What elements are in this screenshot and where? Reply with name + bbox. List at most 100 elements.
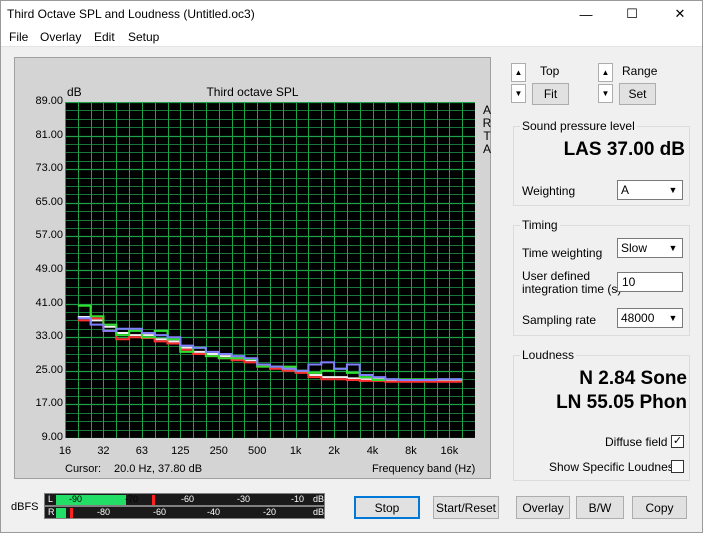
stop-button[interactable]: Stop bbox=[354, 496, 420, 519]
spl-reading: LAS 37.00 dB bbox=[563, 139, 685, 160]
weighting-select[interactable]: A ▼ bbox=[617, 180, 683, 200]
top-label: Top bbox=[540, 64, 560, 78]
meter-channel-label: L bbox=[48, 494, 54, 504]
menu-overlay[interactable]: Overlay bbox=[40, 30, 81, 44]
time-weighting-value: Slow bbox=[621, 241, 648, 255]
y-tick-label: 33.00 bbox=[35, 330, 63, 343]
x-axis-label: Frequency band (Hz) bbox=[372, 463, 476, 475]
x-tick-label: 250 bbox=[209, 445, 228, 457]
specific-loudness-checkbox[interactable] bbox=[671, 460, 684, 473]
meter-tick-label: -70 bbox=[125, 494, 139, 504]
y-tick-label: 49.00 bbox=[35, 263, 63, 275]
menu-setup[interactable]: Setup bbox=[128, 30, 159, 44]
arta-brand-label: A R T A bbox=[482, 104, 492, 156]
timing-group: Timing Time weighting Slow ▼ User define… bbox=[513, 218, 690, 336]
meter-peak-marker bbox=[152, 495, 156, 505]
x-tick-label: 16k bbox=[440, 445, 459, 457]
sampling-rate-label: Sampling rate bbox=[522, 313, 597, 327]
loudness-group: Loudness N 2.84 Sone LN 55.05 Phon Diffu… bbox=[513, 348, 690, 481]
menu-edit[interactable]: Edit bbox=[94, 30, 115, 44]
meter-tick-label: dB bbox=[313, 494, 325, 504]
meter-tick-label: -20 bbox=[263, 507, 277, 517]
overlay-button[interactable]: Overlay bbox=[516, 496, 570, 519]
meter-channel-label: R bbox=[48, 507, 55, 517]
copy-button[interactable]: Copy bbox=[632, 496, 687, 519]
meter-tick-label: -80 bbox=[97, 507, 111, 517]
top-down-button[interactable]: ▼ bbox=[511, 84, 526, 103]
chevron-down-icon: ▼ bbox=[665, 240, 681, 256]
meter-tick-label: -30 bbox=[237, 494, 251, 504]
diffuse-field-label: Diffuse field bbox=[605, 435, 668, 449]
minimize-button[interactable]: — bbox=[563, 1, 609, 27]
weighting-value: A bbox=[621, 183, 630, 197]
x-tick-label: 1k bbox=[289, 445, 302, 457]
meter-tick-label: -10 bbox=[291, 494, 305, 504]
dbfs-label: dBFS bbox=[11, 501, 39, 513]
y-tick-label: 17.00 bbox=[35, 397, 63, 410]
x-tick-label: 4k bbox=[366, 445, 379, 457]
integration-label-line1: User defined bbox=[522, 269, 591, 283]
cursor-label: Cursor: bbox=[65, 463, 102, 475]
x-tick-label: 8k bbox=[405, 445, 417, 457]
start-reset-button[interactable]: Start/Reset bbox=[433, 496, 499, 519]
integration-time-input[interactable]: 10 bbox=[617, 272, 683, 292]
menu-file[interactable]: File bbox=[9, 30, 28, 44]
diffuse-field-checkbox[interactable]: ✓ bbox=[671, 435, 684, 448]
title-bar[interactable]: Third Octave SPL and Loudness (Untitled.… bbox=[1, 1, 702, 27]
bw-button[interactable]: B/W bbox=[576, 496, 624, 519]
window-title: Third Octave SPL and Loudness (Untitled.… bbox=[7, 7, 255, 21]
loudness-phon: LN 55.05 Phon bbox=[556, 392, 687, 413]
sampling-rate-select[interactable]: 48000 ▼ bbox=[617, 308, 683, 328]
y-tick-label: 41.00 bbox=[35, 296, 63, 309]
fit-button[interactable]: Fit bbox=[532, 83, 569, 105]
spl-plot-panel: dB Third octave SPL A R T A 89.00 81.00 73… bbox=[14, 57, 491, 479]
spl-group: Sound pressure level LAS 37.00 dB Weight… bbox=[513, 119, 690, 206]
top-up-button[interactable]: ▲ bbox=[511, 63, 526, 82]
time-weighting-label: Time weighting bbox=[522, 246, 603, 260]
close-button[interactable]: ✕ bbox=[657, 1, 703, 27]
x-tick-label: 2k bbox=[328, 445, 340, 457]
meter-tick-label: -60 bbox=[153, 507, 167, 517]
meter-peak-marker bbox=[70, 508, 74, 518]
y-tick-label: 25.00 bbox=[35, 363, 63, 376]
right-level-meter: R -80 -60 -40 -20 dB bbox=[44, 506, 325, 519]
time-weighting-select[interactable]: Slow ▼ bbox=[617, 238, 683, 258]
spl-group-title: Sound pressure level bbox=[520, 119, 637, 133]
range-up-button[interactable]: ▲ bbox=[598, 63, 613, 82]
range-label: Range bbox=[622, 64, 658, 78]
y-tick-label: 81.00 bbox=[35, 128, 63, 141]
menu-bar: File Overlay Edit Setup bbox=[1, 27, 702, 47]
cursor-value: 20.0 Hz, 37.80 dB bbox=[114, 463, 203, 475]
x-tick-label: 16 bbox=[58, 445, 72, 457]
maximize-button[interactable]: ☐ bbox=[609, 1, 655, 27]
x-tick-label: 32 bbox=[97, 445, 110, 457]
range-down-button[interactable]: ▼ bbox=[598, 84, 613, 103]
plot-title: Third octave SPL bbox=[206, 85, 299, 99]
left-level-meter: L -90 -70 -60 -30 -10 dB bbox=[44, 493, 325, 506]
timing-group-title: Timing bbox=[520, 218, 560, 232]
meter-tick-label: -90 bbox=[69, 494, 83, 504]
spl-chart[interactable] bbox=[65, 102, 475, 438]
y-tick-label: 73.00 bbox=[35, 162, 63, 175]
meter-tick-label: -40 bbox=[207, 507, 221, 517]
brand-letter: A bbox=[482, 142, 491, 156]
meter-tick-label: -60 bbox=[181, 494, 195, 504]
x-tick-label: 125 bbox=[171, 445, 190, 457]
y-tick-label: 9.00 bbox=[41, 431, 63, 443]
meter-tick-label: dB bbox=[313, 507, 325, 517]
x-tick-label: 63 bbox=[135, 445, 148, 457]
y-tick-label: 57.00 bbox=[35, 229, 63, 242]
meter-level-fill bbox=[56, 495, 126, 505]
meter-level-fill bbox=[56, 508, 66, 518]
set-button[interactable]: Set bbox=[619, 83, 656, 105]
loudness-sone: N 2.84 Sone bbox=[579, 368, 687, 389]
y-tick-label: 89.00 bbox=[35, 95, 63, 107]
y-tick-label: 65.00 bbox=[35, 195, 63, 208]
integration-label-line2: integration time (s) bbox=[522, 282, 622, 296]
specific-loudness-label: Show Specific Loudness bbox=[549, 460, 680, 474]
chevron-down-icon: ▼ bbox=[665, 182, 681, 198]
x-tick-label: 500 bbox=[248, 445, 267, 457]
chevron-down-icon: ▼ bbox=[665, 310, 681, 326]
sampling-rate-value: 48000 bbox=[621, 311, 655, 325]
weighting-label: Weighting bbox=[522, 184, 576, 198]
